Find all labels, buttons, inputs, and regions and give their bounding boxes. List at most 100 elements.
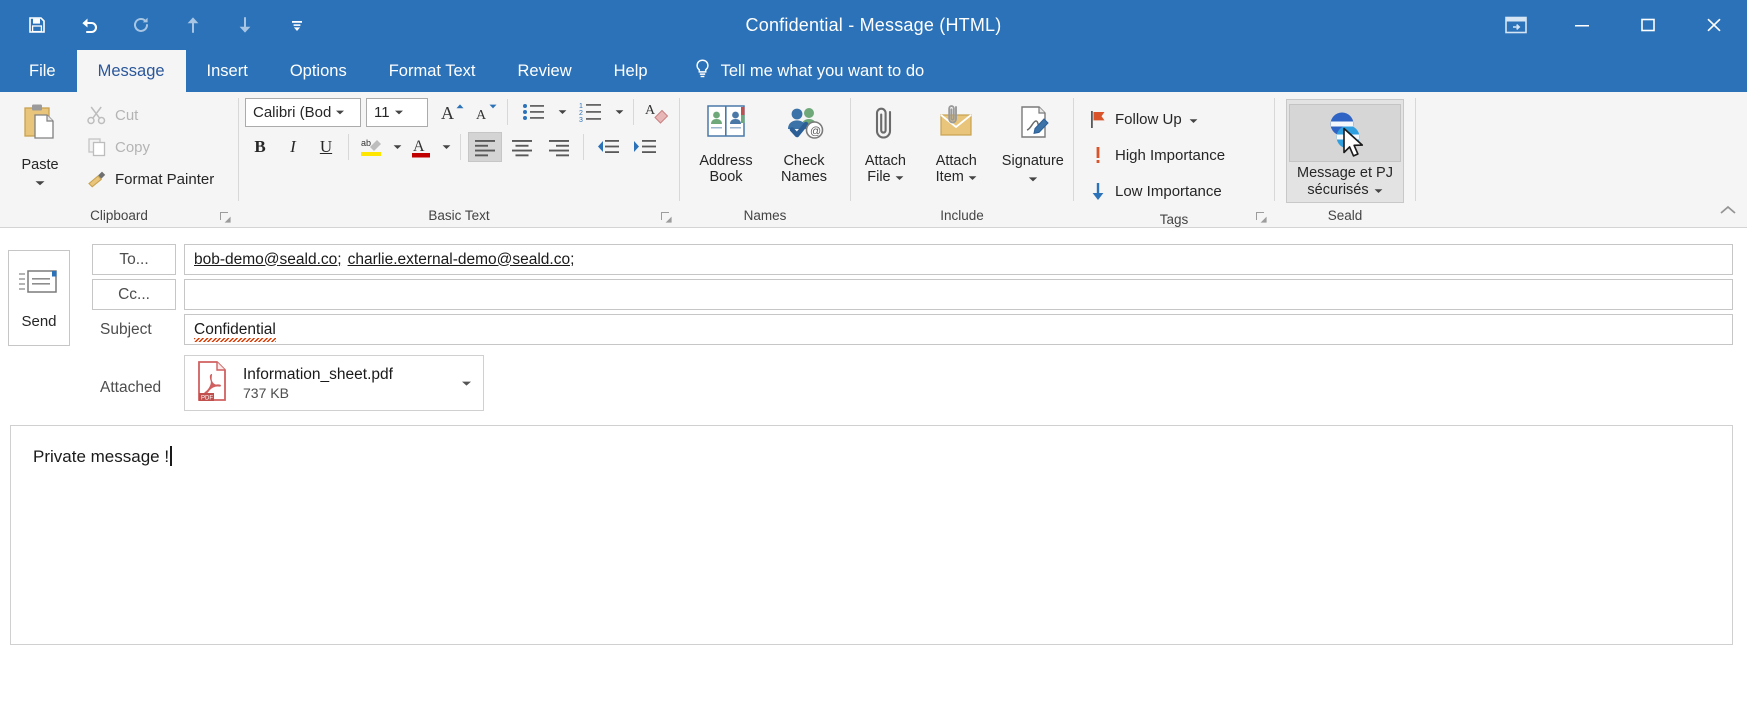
svg-text:A: A bbox=[645, 103, 656, 118]
collapse-ribbon-icon[interactable] bbox=[1719, 204, 1737, 223]
attachment-file-name: Information_sheet.pdf bbox=[243, 365, 393, 383]
cc-input[interactable] bbox=[184, 279, 1733, 310]
group-label-seald: Seald bbox=[1327, 208, 1363, 223]
tab-message[interactable]: Message bbox=[76, 50, 186, 92]
tags-dialog-launcher[interactable] bbox=[1255, 211, 1268, 224]
font-color-chevron-down-icon[interactable] bbox=[440, 144, 453, 150]
tab-file[interactable]: File bbox=[8, 50, 77, 92]
increase-indent-button[interactable] bbox=[628, 132, 662, 162]
svg-text:PDF: PDF bbox=[201, 395, 213, 401]
bullets-chevron-down-icon[interactable] bbox=[556, 109, 569, 115]
send-button[interactable]: Send bbox=[8, 250, 70, 346]
cc-button[interactable]: Cc... bbox=[92, 279, 176, 310]
chevron-down-icon[interactable] bbox=[331, 109, 349, 116]
italic-button[interactable]: I bbox=[278, 132, 308, 162]
tab-format-text[interactable]: Format Text bbox=[368, 50, 497, 92]
format-painter-button[interactable]: Format Painter bbox=[80, 163, 220, 195]
high-importance-button[interactable]: High Importance bbox=[1082, 137, 1231, 173]
tell-me-label: Tell me what you want to do bbox=[720, 61, 925, 80]
signature-button[interactable]: Signature bbox=[993, 97, 1073, 188]
highlight-chevron-down-icon[interactable] bbox=[391, 144, 404, 150]
recipient-chip[interactable]: bob-demo@seald.co; bbox=[194, 251, 342, 269]
align-left-button[interactable] bbox=[468, 132, 502, 162]
chevron-down-icon[interactable] bbox=[1189, 111, 1198, 128]
tab-options[interactable]: Options bbox=[269, 50, 368, 92]
grow-font-button[interactable]: A bbox=[437, 97, 467, 127]
seald-button-icon-area bbox=[1289, 104, 1401, 162]
copy-button[interactable]: Copy bbox=[80, 131, 220, 163]
maximize-button[interactable] bbox=[1615, 0, 1681, 50]
minimize-button[interactable] bbox=[1549, 0, 1615, 50]
subject-input[interactable]: Confidential bbox=[184, 314, 1733, 345]
font-size-combo[interactable]: 11 bbox=[366, 97, 428, 127]
save-icon[interactable] bbox=[22, 10, 52, 40]
font-name-combo[interactable]: Calibri (Bod bbox=[245, 97, 361, 127]
attachment-chip[interactable]: PDF Information_sheet.pdf 737 KB bbox=[184, 355, 484, 411]
underline-button[interactable]: U bbox=[311, 132, 341, 162]
pdf-file-icon: PDF bbox=[195, 360, 229, 407]
subject-value: Confidential bbox=[194, 320, 276, 338]
exclamation-icon bbox=[1088, 144, 1108, 166]
clear-formatting-button[interactable]: A bbox=[641, 97, 675, 127]
tell-me-search[interactable]: Tell me what you want to do bbox=[669, 50, 941, 92]
to-button[interactable]: To... bbox=[92, 244, 176, 275]
align-center-button[interactable] bbox=[505, 132, 539, 162]
numbering-chevron-down-icon[interactable] bbox=[613, 109, 626, 115]
svg-text:@: @ bbox=[810, 126, 821, 138]
chevron-down-icon[interactable] bbox=[1028, 170, 1038, 188]
bold-label: B bbox=[254, 137, 266, 156]
chevron-down-icon[interactable] bbox=[390, 109, 408, 116]
attachment-chevron-down-icon[interactable] bbox=[455, 380, 477, 387]
tab-review[interactable]: Review bbox=[497, 50, 593, 92]
flag-icon bbox=[1088, 108, 1108, 130]
previous-item-icon[interactable] bbox=[178, 10, 208, 40]
chevron-down-icon[interactable] bbox=[1374, 182, 1383, 199]
tab-help[interactable]: Help bbox=[593, 50, 669, 92]
ribbon-display-options-icon[interactable] bbox=[1483, 0, 1549, 50]
customize-quick-access-toolbar-icon[interactable] bbox=[282, 10, 312, 40]
high-importance-label: High Importance bbox=[1115, 146, 1226, 164]
quick-access-toolbar bbox=[0, 10, 312, 40]
bold-button[interactable]: B bbox=[245, 132, 275, 162]
to-input[interactable]: bob-demo@seald.co; charlie.external-demo… bbox=[184, 244, 1733, 275]
font-color-button[interactable]: A bbox=[407, 132, 437, 162]
chevron-down-icon[interactable] bbox=[895, 169, 904, 185]
signature-label: Signature bbox=[1001, 153, 1064, 169]
cut-button[interactable]: Cut bbox=[80, 99, 220, 131]
numbering-button[interactable]: 123 bbox=[572, 97, 610, 127]
basic-text-dialog-launcher[interactable] bbox=[660, 211, 673, 224]
chevron-down-icon[interactable] bbox=[968, 169, 977, 185]
address-book-button[interactable]: Address Book bbox=[690, 97, 762, 185]
tab-insert[interactable]: Insert bbox=[186, 50, 269, 92]
paste-button[interactable]: Paste bbox=[0, 97, 80, 192]
next-item-icon[interactable] bbox=[230, 10, 260, 40]
clipboard-dialog-launcher[interactable] bbox=[219, 211, 232, 224]
format-painter-label: Format Painter bbox=[115, 170, 215, 188]
bullets-button[interactable] bbox=[515, 97, 553, 127]
message-body[interactable]: Private message ! bbox=[10, 425, 1733, 645]
attach-file-button[interactable]: Attach File bbox=[851, 97, 920, 185]
follow-up-button[interactable]: Follow Up bbox=[1082, 101, 1231, 137]
attach-item-button[interactable]: Attach Item bbox=[922, 97, 991, 185]
decrease-indent-button[interactable] bbox=[591, 132, 625, 162]
copy-label: Copy bbox=[115, 138, 151, 156]
attach-file-label-line2: File bbox=[867, 169, 891, 185]
check-names-icon: @ bbox=[782, 102, 826, 149]
svg-text:A: A bbox=[413, 138, 425, 155]
text-highlight-color-button[interactable]: ab bbox=[356, 132, 388, 162]
format-painter-icon bbox=[86, 168, 108, 190]
align-right-button[interactable] bbox=[542, 132, 576, 162]
close-button[interactable] bbox=[1681, 0, 1747, 50]
divider bbox=[348, 134, 349, 160]
chevron-down-icon[interactable] bbox=[34, 174, 46, 192]
title-bar: Confidential - Message (HTML) bbox=[0, 0, 1747, 50]
undo-icon[interactable] bbox=[74, 10, 104, 40]
low-importance-button[interactable]: Low Importance bbox=[1082, 173, 1231, 209]
check-names-button[interactable]: @ Check Names bbox=[768, 97, 840, 185]
shrink-font-button[interactable]: A bbox=[470, 97, 500, 127]
redo-icon[interactable] bbox=[126, 10, 156, 40]
recipient-chip[interactable]: charlie.external-demo@seald.co; bbox=[348, 251, 575, 269]
seald-secure-message-button[interactable]: Message et PJ sécurisés bbox=[1286, 99, 1404, 203]
attached-label: Attached bbox=[100, 379, 162, 396]
address-book-icon bbox=[704, 102, 748, 149]
